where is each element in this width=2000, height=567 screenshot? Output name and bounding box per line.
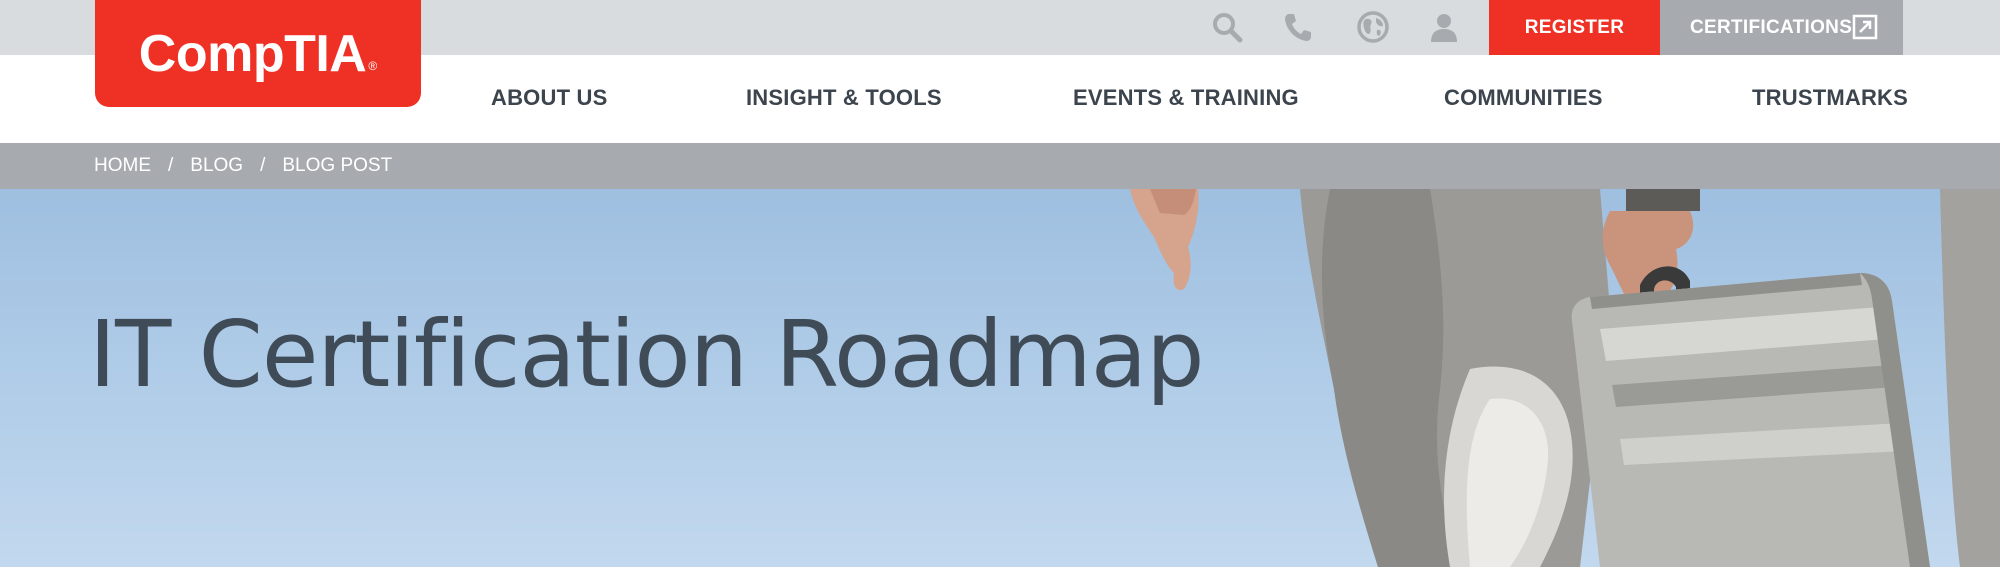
logo-registered-mark: ® [368, 59, 378, 73]
hero-banner: IT Certification Roadmap [0, 189, 2000, 567]
globe-icon[interactable] [1352, 6, 1394, 48]
nav-events-training[interactable]: EVENTS & TRAINING [1073, 85, 1299, 111]
nav-insight-tools[interactable]: INSIGHT & TOOLS [746, 85, 942, 111]
comptia-logo[interactable]: CompTIA ® [95, 0, 421, 107]
search-icon[interactable] [1206, 6, 1248, 48]
breadcrumb-separator: / [260, 155, 266, 176]
certifications-label: CERTIFICATIONS [1690, 16, 1853, 38]
certifications-button[interactable]: CERTIFICATIONS [1660, 0, 1903, 55]
user-icon[interactable] [1423, 6, 1465, 48]
nav-trustmarks[interactable]: TRUSTMARKS [1752, 85, 1908, 111]
breadcrumb-separator: / [168, 155, 174, 176]
nav-about-us[interactable]: ABOUT US [491, 85, 608, 111]
nav-communities[interactable]: COMMUNITIES [1444, 85, 1603, 111]
page-title: IT Certification Roadmap [89, 301, 1204, 408]
register-button[interactable]: REGISTER [1489, 0, 1660, 55]
phone-icon[interactable] [1277, 6, 1319, 48]
external-link-icon [1852, 14, 1878, 40]
breadcrumb-blog[interactable]: BLOG [190, 155, 243, 177]
breadcrumb-home[interactable]: HOME [94, 155, 151, 177]
logo-text: CompTIA [138, 24, 367, 83]
breadcrumb: HOME / BLOG / BLOG POST [0, 143, 2000, 189]
breadcrumb-blog-post: BLOG POST [282, 155, 393, 176]
